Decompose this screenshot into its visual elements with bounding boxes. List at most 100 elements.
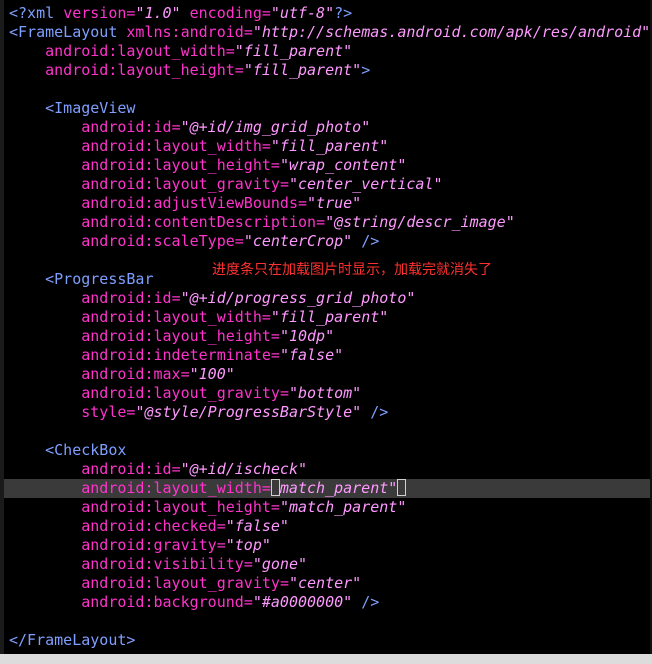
code-token: = xyxy=(171,289,181,307)
code-token: "wrap_content" xyxy=(279,156,407,174)
code-token: "false" xyxy=(225,517,289,535)
code-token: "@+id/ischeck" xyxy=(180,460,308,478)
code-token: android:indeterminate xyxy=(81,346,271,364)
code-line[interactable]: android:gravity="top" xyxy=(9,536,271,555)
code-token: android:id xyxy=(81,118,172,136)
code-token: = xyxy=(261,479,271,497)
code-line[interactable]: android:max="100" xyxy=(9,365,235,384)
text-caret xyxy=(397,479,407,496)
code-line[interactable]: android:layout_height="match_parent" xyxy=(9,498,406,517)
code-token: = xyxy=(216,536,226,554)
code-token: = xyxy=(243,555,253,573)
code-token: = xyxy=(171,118,181,136)
code-token: android:max xyxy=(81,365,181,383)
code-line[interactable]: android:layout_height="fill_parent"> xyxy=(9,61,370,80)
code-token: android:layout_width xyxy=(81,137,262,155)
code-token: = xyxy=(261,4,271,22)
code-line[interactable]: <?xml version="1.0" encoding="utf-8"?> xyxy=(9,4,352,23)
code-token: = xyxy=(225,42,235,60)
code-line[interactable]: <FrameLayout xmlns:android="http://schem… xyxy=(9,23,650,42)
code-token: <ImageView xyxy=(9,99,136,117)
code-editor[interactable]: <?xml version="1.0" encoding="utf-8"?> <F… xyxy=(0,0,652,654)
code-line[interactable]: android:id="@+id/progress_grid_photo" xyxy=(9,289,415,308)
code-token: xmlns:android xyxy=(126,23,244,41)
code-line[interactable]: android:layout_gravity="center" xyxy=(9,574,361,593)
code-line[interactable]: android:layout_height="wrap_content" xyxy=(9,156,406,175)
code-line[interactable]: android:visibility="gone" xyxy=(9,555,307,574)
code-line[interactable]: </FrameLayout> xyxy=(9,631,135,650)
code-token: = xyxy=(180,365,190,383)
code-line[interactable]: android:checked="false" xyxy=(9,517,289,536)
code-token: android:checked xyxy=(81,517,217,535)
code-token: "10dp" xyxy=(279,327,335,345)
code-token: "@string/descr_image" xyxy=(325,213,515,231)
code-token: "fill_parent" xyxy=(243,61,362,79)
code-token: = xyxy=(234,61,244,79)
code-token: "@+id/img_grid_photo" xyxy=(180,118,371,136)
code-line[interactable]: android:id="@+id/img_grid_photo" xyxy=(9,118,370,137)
code-token: "@style/ProgressBarStyle" xyxy=(135,403,362,421)
code-line[interactable]: android:indeterminate="false" xyxy=(9,346,343,365)
code-token: version xyxy=(63,4,127,22)
code-line[interactable]: android:adjustViewBounds="true" xyxy=(9,194,361,213)
code-line[interactable]: android:id="@+id/ischeck" xyxy=(9,460,307,479)
code-line[interactable]: android:layout_gravity="center_vertical" xyxy=(9,175,442,194)
code-line[interactable]: android:layout_width= match_parent" xyxy=(9,479,407,498)
code-token: android:adjustViewBounds xyxy=(81,194,298,212)
code-token: "centerCrop" xyxy=(243,232,353,250)
code-token: "bottom" xyxy=(288,384,362,402)
code-token: = xyxy=(234,232,244,250)
code-line[interactable]: android:contentDescription="@string/desc… xyxy=(9,213,515,232)
code-token: "fill_parent" xyxy=(234,42,353,60)
code-token: = xyxy=(279,574,289,592)
code-token: "#a0000000" xyxy=(252,593,353,611)
code-line[interactable]: <ProgressBar xyxy=(9,270,154,289)
code-line[interactable]: <CheckBox xyxy=(9,441,126,460)
code-token: android:layout_gravity xyxy=(81,574,280,592)
code-line[interactable]: style="@style/ProgressBarStyle" /> xyxy=(9,403,388,422)
code-token: android:scaleType xyxy=(81,232,235,250)
code-line[interactable]: android:scaleType="centerCrop" /> xyxy=(9,232,379,251)
code-line[interactable]: android:layout_width="fill_parent" xyxy=(9,42,352,61)
code-token: = xyxy=(270,327,280,345)
code-token: "@+id/progress_grid_photo" xyxy=(180,289,416,307)
code-line[interactable]: android:layout_height="10dp" xyxy=(9,327,334,346)
code-token: android:layout_gravity xyxy=(81,175,280,193)
code-line[interactable]: android:background="#a0000000" /> xyxy=(9,593,379,612)
code-token: "fill_parent" xyxy=(270,308,389,326)
text-caret xyxy=(270,479,280,496)
code-token: <CheckBox xyxy=(9,441,127,459)
horizontal-scrollbar[interactable] xyxy=(0,654,652,664)
code-line[interactable]: <ImageView xyxy=(9,99,135,118)
code-line[interactable]: android:layout_gravity="bottom" xyxy=(9,384,361,403)
code-token: <ProgressBar xyxy=(9,270,154,288)
code-token: = xyxy=(316,213,326,231)
code-line[interactable]: android:layout_width="fill_parent" xyxy=(9,137,388,156)
code-token: android:background xyxy=(81,593,244,611)
code-line[interactable]: android:layout_width="fill_parent" xyxy=(9,308,388,327)
code-token: <?xml xyxy=(9,4,64,22)
code-token: "match_parent" xyxy=(279,498,407,516)
code-token: = xyxy=(243,23,253,41)
code-token: android:layout_height xyxy=(81,327,271,345)
code-token: style xyxy=(81,403,127,421)
code-token: /> xyxy=(352,232,380,250)
code-token: = xyxy=(279,175,289,193)
code-token: = xyxy=(171,460,181,478)
code-token: android:layout_width xyxy=(81,308,262,326)
annotation-note: 进度条只在加载图片时显示，加载完就消失了 xyxy=(212,262,492,278)
